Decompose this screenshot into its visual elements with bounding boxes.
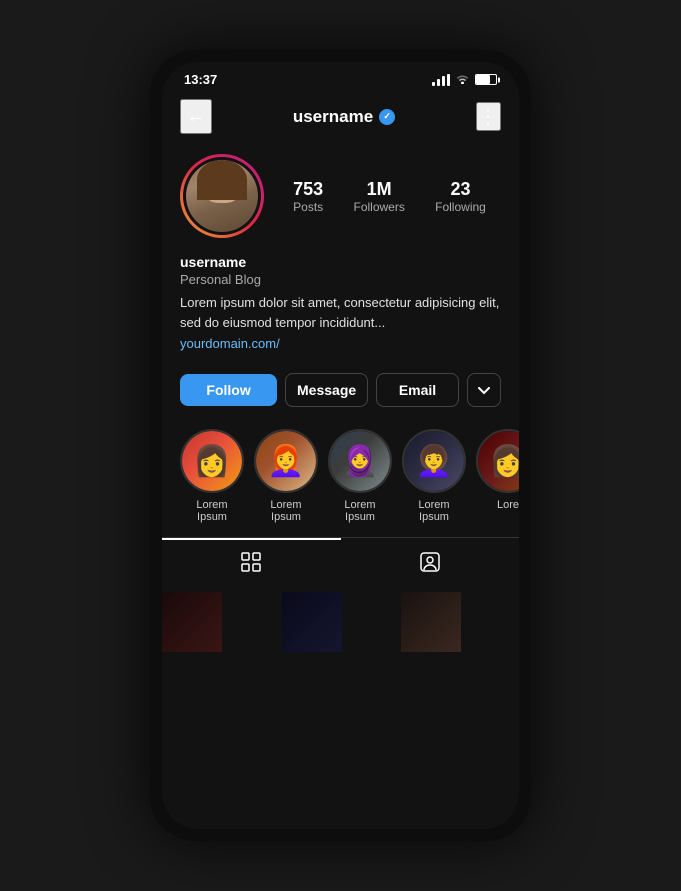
- bio-text: Lorem ipsum dolor sit amet, consectetur …: [180, 293, 501, 332]
- tab-tagged[interactable]: [341, 538, 520, 592]
- story-item[interactable]: 🧕 Lorem Ipsum: [328, 429, 392, 523]
- stats-area: 753 Posts 1M Followers 23 Following: [278, 179, 501, 214]
- story-label-4: Lorem Ipsum: [402, 499, 466, 523]
- profile-content: 753 Posts 1M Followers 23 Following user…: [162, 142, 519, 829]
- back-button[interactable]: ←: [180, 99, 212, 134]
- bio-link[interactable]: yourdomain.com/: [180, 336, 501, 351]
- following-value: 23: [435, 179, 486, 200]
- grid-icon: [239, 550, 263, 580]
- story-avatar-3: 🧕: [328, 429, 392, 493]
- tab-bar: [162, 537, 519, 592]
- story-item[interactable]: 👩‍🦱 Lorem Ipsum: [402, 429, 466, 523]
- bio-section: username Personal Blog Lorem ipsum dolor…: [162, 250, 519, 365]
- followers-value: 1M: [353, 179, 404, 200]
- signal-icon: [432, 74, 450, 86]
- following-label: Following: [435, 200, 486, 214]
- avatar-container: [180, 154, 264, 238]
- action-buttons: Follow Message Email: [162, 365, 519, 421]
- stories-row: 👩 Lorem Ipsum 👩‍🦰 Lorem Ipsum 🧕 Lorem Ip…: [162, 421, 519, 537]
- story-avatar-4: 👩‍🦱: [402, 429, 466, 493]
- bio-category: Personal Blog: [180, 272, 501, 287]
- grid-cell[interactable]: [162, 592, 222, 652]
- nav-username: username: [293, 107, 373, 127]
- grid-cell[interactable]: [401, 592, 461, 652]
- posts-value: 753: [293, 179, 323, 200]
- story-item[interactable]: 👩‍🦰 Lorem Ipsum: [254, 429, 318, 523]
- avatar-face: [186, 160, 258, 232]
- posts-label: Posts: [293, 200, 323, 214]
- story-label-5: Lore: [497, 499, 519, 511]
- avatar[interactable]: [183, 157, 261, 235]
- verified-badge: [379, 109, 395, 125]
- story-avatar-1: 👩: [180, 429, 244, 493]
- stat-posts[interactable]: 753 Posts: [293, 179, 323, 214]
- nav-username-area: username: [293, 107, 395, 127]
- profile-top: 753 Posts 1M Followers 23 Following: [162, 142, 519, 250]
- story-avatar-2: 👩‍🦰: [254, 429, 318, 493]
- chevron-button[interactable]: [467, 373, 501, 407]
- story-label-3: Lorem Ipsum: [328, 499, 392, 523]
- grid-preview: [162, 592, 519, 652]
- wifi-icon: [455, 72, 470, 87]
- status-time: 13:37: [184, 72, 217, 87]
- avatar-ring: [180, 154, 264, 238]
- tab-grid[interactable]: [162, 538, 341, 592]
- email-button[interactable]: Email: [376, 373, 459, 407]
- nav-header: ← username ⋮: [162, 91, 519, 142]
- follow-button[interactable]: Follow: [180, 374, 277, 406]
- story-label-1: Lorem Ipsum: [180, 499, 244, 523]
- person-tag-icon: [418, 550, 442, 580]
- bio-username: username: [180, 254, 501, 270]
- story-avatar-5: 👩: [476, 429, 519, 493]
- followers-label: Followers: [353, 200, 404, 214]
- story-item[interactable]: 👩 Lore: [476, 429, 519, 523]
- battery-icon: [475, 74, 497, 85]
- status-icons: [432, 72, 497, 87]
- status-bar: 13:37: [162, 62, 519, 91]
- more-button[interactable]: ⋮: [476, 102, 501, 131]
- stat-following[interactable]: 23 Following: [435, 179, 486, 214]
- grid-cell[interactable]: [282, 592, 342, 652]
- stat-followers[interactable]: 1M Followers: [353, 179, 404, 214]
- story-item[interactable]: 👩 Lorem Ipsum: [180, 429, 244, 523]
- message-button[interactable]: Message: [285, 373, 368, 407]
- story-label-2: Lorem Ipsum: [254, 499, 318, 523]
